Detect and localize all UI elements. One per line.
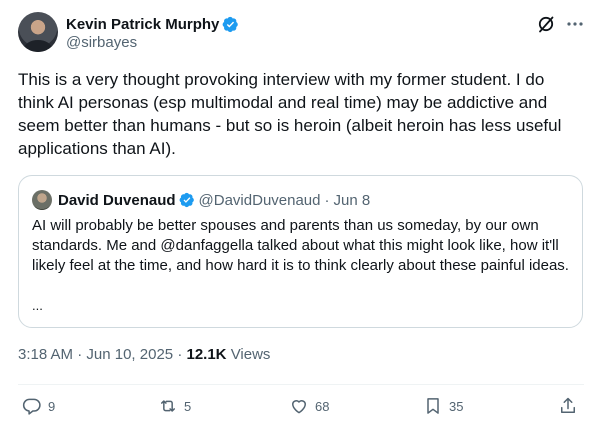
tweet-meta: 3:18 AM · Jun 10, 2025 · 12.1K Views (18, 346, 270, 363)
like-button[interactable]: 68 (289, 396, 329, 416)
meta-separator: · (77, 346, 83, 363)
share-icon (561, 397, 575, 413)
reply-button[interactable]: 9 (22, 396, 55, 416)
views-count: 12.1K (186, 346, 227, 363)
bookmark-count: 35 (449, 398, 464, 414)
author-handle[interactable]: @sirbayes (66, 34, 137, 51)
share-button[interactable] (558, 396, 578, 416)
quoted-tweet-text: AI will probably be better spouses and p… (32, 217, 569, 274)
verified-badge-icon (223, 16, 239, 32)
tweet-date[interactable]: Jun 10, 2025 (86, 346, 173, 363)
bookmark-button[interactable]: 35 (423, 396, 463, 416)
reply-icon (22, 398, 41, 415)
quoted-author-handle[interactable]: @DavidDuvenaud (199, 192, 321, 209)
like-icon (292, 400, 306, 414)
quoted-tweet[interactable]: David Duvenaud @DavidDuvenaud · Jun 8 AI… (18, 175, 583, 328)
retweet-icon (161, 400, 175, 412)
quoted-date[interactable]: Jun 8 (334, 192, 371, 209)
grok-icon[interactable] (536, 14, 556, 34)
views-label: Views (230, 346, 271, 363)
like-count: 68 (315, 398, 330, 414)
quoted-tweet-header: David Duvenaud @DavidDuvenaud · Jun 8 (32, 190, 370, 210)
action-bar: 9 5 68 35 (18, 392, 584, 424)
quoted-separator: · (324, 191, 330, 209)
tweet-time[interactable]: 3:18 AM (18, 346, 73, 363)
author-name-row: Kevin Patrick Murphy (66, 14, 239, 34)
reply-count: 9 (48, 398, 56, 414)
more-options-icon[interactable] (566, 15, 584, 33)
divider (18, 384, 584, 385)
quoted-avatar[interactable] (32, 190, 52, 210)
retweet-button[interactable]: 5 (158, 396, 191, 416)
quoted-author-name[interactable]: David Duvenaud (58, 192, 176, 209)
meta-separator: · (177, 346, 183, 363)
verified-badge-icon (179, 192, 194, 208)
tweet-text: This is a very thought provoking intervi… (18, 70, 562, 158)
quoted-ellipsis: ... (32, 298, 43, 313)
author-name[interactable]: Kevin Patrick Murphy (66, 16, 219, 33)
retweet-count: 5 (184, 398, 192, 414)
bookmark-icon (427, 398, 439, 414)
tweet-header: Kevin Patrick Murphy @sirbayes (18, 12, 584, 56)
avatar[interactable] (18, 12, 58, 52)
top-actions (536, 14, 584, 34)
